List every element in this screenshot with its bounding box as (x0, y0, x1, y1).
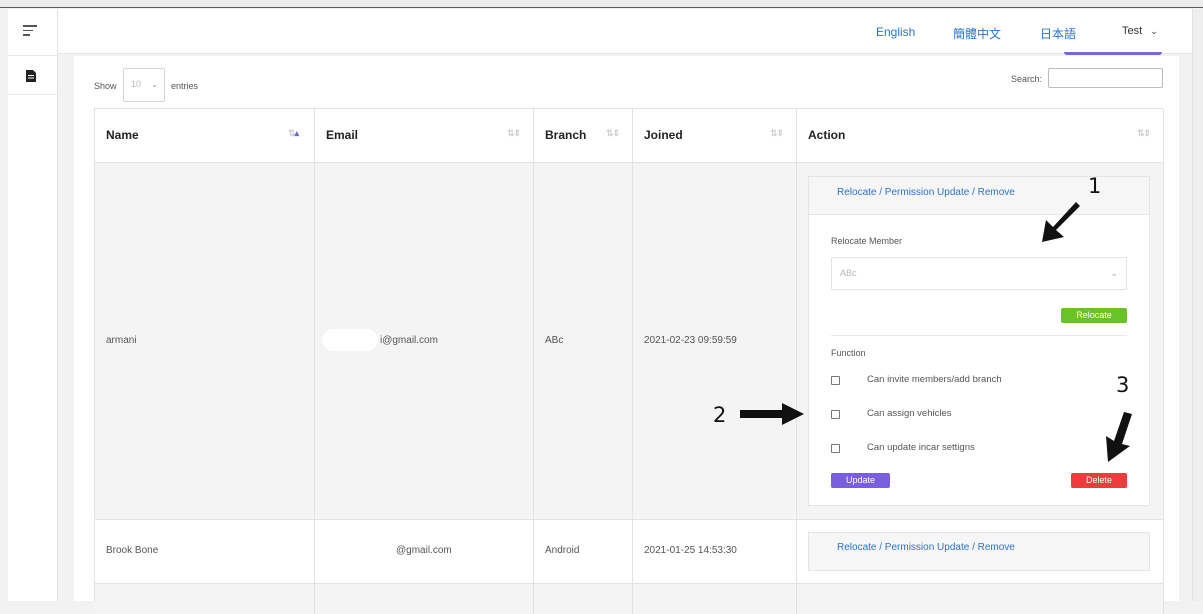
table-cell-branch: Android (534, 520, 633, 584)
page-scrollbar[interactable] (1192, 9, 1203, 601)
user-menu[interactable]: Test ⌄ (1122, 25, 1158, 37)
search-input[interactable] (1048, 68, 1163, 88)
permission-label: Can assign vehicles (867, 408, 952, 419)
relocate-member-label: Relocate Member (831, 236, 903, 246)
entries-label: entries (171, 81, 199, 91)
table-cell-branch: ABc (534, 163, 633, 520)
sort-icon[interactable]: ⇅⇕ (1137, 128, 1151, 139)
sort-icon[interactable]: ⇅⇕ (770, 128, 784, 139)
relocate-permission-remove-link[interactable]: Relocate / Permission Update / Remove (837, 187, 1015, 198)
member-joined: 2021-02-23 09:59:59 (644, 335, 737, 346)
table-cell (633, 584, 797, 614)
chevron-down-icon: ⌄ (151, 80, 158, 89)
annotation-number: 1 (1088, 174, 1102, 198)
redaction-mark (322, 329, 378, 351)
relocate-branch-value: ABc (840, 268, 857, 278)
entries-select-value: 10 (131, 79, 142, 89)
panel-divider (831, 335, 1127, 336)
column-header-label: Email (326, 128, 359, 142)
column-header-label: Name (106, 128, 139, 142)
action-panel: Relocate / Permission Update / Remove Re… (808, 176, 1150, 506)
annotation-number: 3 (1116, 373, 1130, 397)
update-incar-settings-checkbox[interactable] (831, 444, 840, 453)
user-menu-accent (1064, 52, 1162, 55)
annotation-number: 2 (713, 403, 727, 427)
entries-select[interactable]: 10 ⌄ (123, 68, 165, 102)
sort-asc-icon[interactable]: ⇅▴ (288, 128, 299, 139)
member-name: Brook Bone (106, 545, 159, 556)
chevron-down-icon: ⌄ (1110, 268, 1118, 278)
document-icon[interactable] (26, 70, 36, 82)
table-cell-joined: 2021-02-23 09:59:59 (633, 163, 797, 520)
member-branch: ABc (545, 335, 564, 346)
sidebar-divider (8, 55, 58, 56)
menu-toggle-icon[interactable] (23, 25, 39, 39)
window-top-border (0, 0, 1203, 8)
member-name: armani (106, 335, 137, 346)
function-label: Function (831, 348, 866, 358)
search-label: Search: (1011, 74, 1043, 84)
relocate-button[interactable]: Relocate (1061, 308, 1127, 323)
permission-label: Can update incar settigns (867, 442, 975, 453)
lang-japanese-link[interactable]: 日本語 (1040, 25, 1076, 42)
column-header-label: Joined (644, 128, 683, 142)
top-navbar: English 簡體中文 日本語 Test ⌄ (58, 9, 1192, 54)
arrow-icon (740, 403, 804, 425)
column-header-label: Action (808, 128, 846, 142)
table-cell-email: @gmail.com (315, 520, 534, 584)
table-cell (797, 584, 1164, 614)
lang-simplified-chinese-link[interactable]: 簡體中文 (953, 25, 1001, 42)
member-joined: 2021-01-25 14:53:30 (644, 545, 737, 556)
update-button[interactable]: Update (831, 473, 890, 488)
action-panel-collapsed: Relocate / Permission Update / Remove (808, 532, 1150, 571)
column-header-joined[interactable]: Joined ⇅⇕ (633, 109, 797, 163)
arrow-icon (1106, 412, 1132, 462)
column-header-action[interactable]: Action ⇅⇕ (797, 109, 1164, 163)
table-cell-name: armani (95, 163, 315, 520)
chevron-down-icon: ⌄ (1150, 26, 1158, 36)
column-header-label: Branch (545, 128, 587, 142)
table-cell-name: Brook Bone (95, 520, 315, 584)
invite-members-checkbox[interactable] (831, 376, 840, 385)
permission-label: Can invite members/add branch (867, 374, 1002, 385)
sidebar (8, 9, 58, 601)
arrow-icon (1042, 202, 1080, 242)
show-label: Show (94, 81, 117, 91)
table-cell (315, 584, 534, 614)
member-branch: Android (545, 545, 580, 556)
relocate-permission-remove-link[interactable]: Relocate / Permission Update / Remove (837, 542, 1015, 553)
user-name: Test (1122, 25, 1143, 37)
member-email: i@gmail.com (380, 335, 438, 346)
delete-button[interactable]: Delete (1071, 473, 1127, 488)
member-email: @gmail.com (396, 545, 452, 556)
relocate-branch-select[interactable]: ABc ⌄ (831, 257, 1127, 290)
column-header-branch[interactable]: Branch ⇅⇕ (534, 109, 633, 163)
assign-vehicles-checkbox[interactable] (831, 410, 840, 419)
table-cell-joined: 2021-01-25 14:53:30 (633, 520, 797, 584)
column-header-email[interactable]: Email ⇅⇕ (315, 109, 534, 163)
sort-icon[interactable]: ⇅⇕ (507, 128, 521, 139)
column-header-name[interactable]: Name ⇅▴ (95, 109, 315, 163)
sort-icon[interactable]: ⇅⇕ (606, 128, 620, 139)
table-cell (95, 584, 315, 614)
table-cell (534, 584, 633, 614)
sidebar-divider (8, 94, 58, 95)
lang-english-link[interactable]: English (876, 25, 915, 39)
